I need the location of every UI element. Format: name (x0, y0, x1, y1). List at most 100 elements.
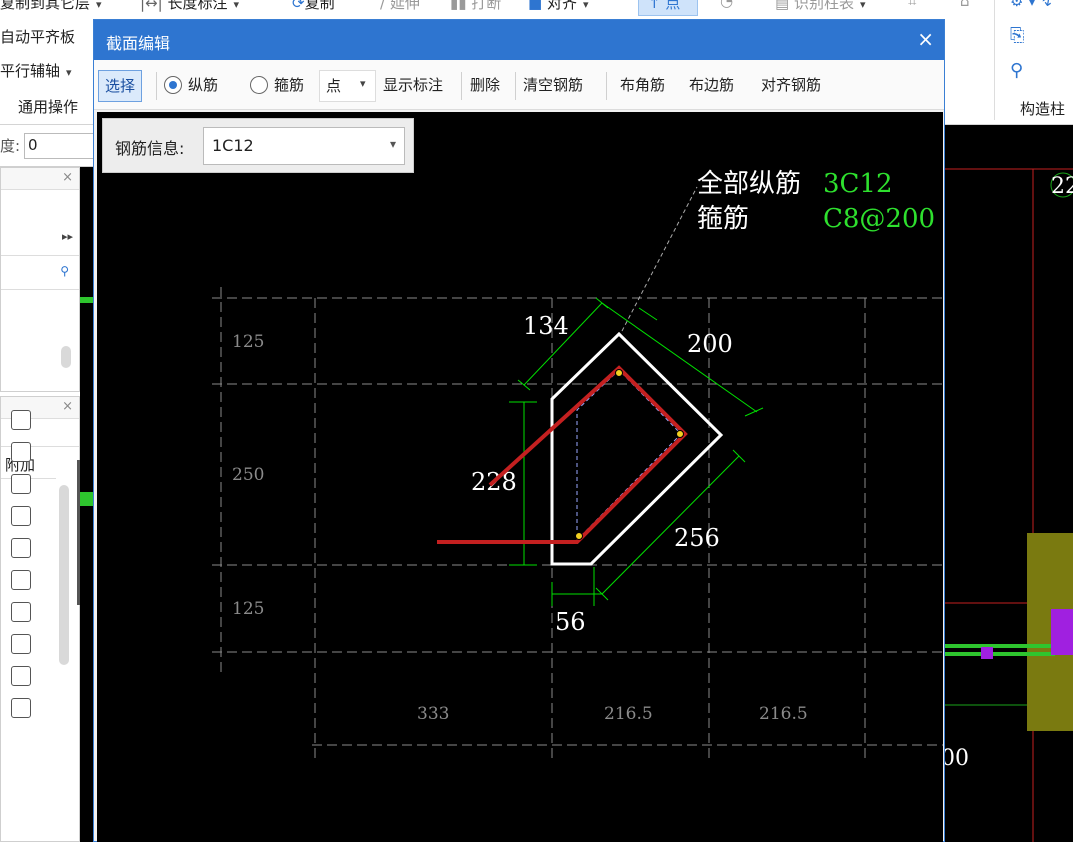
left-panel-top-title: × (1, 168, 79, 190)
rebar-annotation: 全部纵筋 3C12 箍筋 C8@200 (697, 169, 935, 234)
depth-label: 度: (0, 137, 21, 155)
dimension-256: 256 (674, 524, 720, 552)
misc-icon[interactable]: ⌂ (960, 0, 970, 10)
grid-dimension-labels: 125 250 125 333 216.5 216.5 (232, 332, 808, 724)
dialog-title: 截面编辑 (106, 34, 171, 53)
leader-line (621, 186, 698, 332)
grid-lines (212, 287, 943, 760)
close-icon[interactable]: × (917, 27, 934, 51)
row-checkbox[interactable] (11, 506, 31, 526)
copy-button[interactable]: ⟳复制 (292, 0, 335, 13)
pick-icon[interactable]: ⌗ (908, 0, 916, 10)
section-canvas[interactable]: 125 250 125 333 216.5 216.5 134 200 228 … (97, 112, 943, 842)
point-button-label: ↑ 点 (648, 0, 681, 12)
rebar-tool-icon[interactable]: ⚙ ▾ ↯ (1010, 0, 1053, 10)
depth-value: 0 (28, 136, 38, 154)
length-mark-button[interactable]: |↔| 长度标注 (140, 0, 239, 13)
identify-column-table-button[interactable]: ▤ 识别柱表 (775, 0, 866, 13)
break-button[interactable]: ▮▮ 打断 (450, 0, 501, 13)
dialog-toolbar: 选择 纵筋 箍筋 点 ▾ 显示标注 删除 清空钢筋 布角筋 布边筋 对齐钢筋 (94, 60, 944, 110)
rebar-info-panel: 钢筋信息: 1C12 ▾ (102, 118, 414, 173)
edge-rebar-button[interactable]: 布边筋 (689, 74, 734, 95)
show-annotation-button[interactable]: 显示标注 (383, 74, 443, 95)
cad-strip-left (80, 167, 94, 842)
copy-to-layer-button[interactable]: 复制到其它层 (0, 0, 102, 13)
scrollbar-thumb[interactable] (59, 485, 69, 665)
grid-label-left-2: 250 (232, 465, 264, 485)
rebar-point (676, 430, 684, 438)
grid-axis-label-right: 22 (1051, 174, 1073, 199)
toolbar-separator (156, 72, 157, 100)
stirrup-annotation-value: C8@200 (823, 204, 935, 234)
dialog-titlebar[interactable]: 截面编辑 × (94, 20, 944, 60)
column-icon[interactable]: ⚲ (1010, 60, 1023, 81)
corner-rebar-button[interactable]: 布角筋 (620, 74, 665, 95)
double-chevron-right-icon[interactable]: ▸▸ (62, 230, 73, 243)
close-icon[interactable]: × (62, 399, 73, 414)
row-checkbox[interactable] (11, 538, 31, 558)
dimension-200: 200 (687, 330, 733, 358)
row-checkbox[interactable] (11, 474, 31, 494)
grid-label-left-3: 125 (232, 599, 264, 619)
toolbar-separator (461, 72, 462, 100)
left-panel-top: × ▸▸ ⚲ (0, 167, 80, 392)
selected-rebar (437, 365, 688, 544)
row-checkbox[interactable] (11, 442, 31, 462)
row-checkbox[interactable] (11, 666, 31, 686)
expand-row: ▸▸ (1, 222, 79, 256)
extend-button[interactable]: / 延伸 (380, 0, 420, 13)
toolbar-separator (515, 72, 516, 100)
scrollbar-thumb[interactable] (61, 346, 71, 368)
point-mode-dropdown[interactable]: 点 ▾ (319, 70, 376, 102)
align-button[interactable]: ■ 对齐 (528, 0, 589, 13)
close-icon[interactable]: × (62, 170, 73, 185)
grid-label-bottom-1: 333 (417, 704, 449, 724)
toolbar-separator (606, 72, 607, 100)
row-checkbox[interactable] (11, 602, 31, 622)
rotate-icon[interactable]: ◔ (720, 0, 733, 10)
document-icon[interactable]: ⎘ (1010, 25, 1024, 46)
longitudinal-radio[interactable] (164, 76, 182, 94)
stirrup-label[interactable]: 箍筋 (274, 74, 304, 95)
chevron-down-icon: ▾ (360, 77, 366, 90)
cad-background-right: 22 00 (945, 125, 1073, 842)
grid-label-bottom-3: 216.5 (759, 704, 808, 724)
rebar-point (575, 532, 583, 540)
construct-column-label: 构造柱 (1020, 100, 1066, 118)
section-drawing[interactable]: 125 250 125 333 216.5 216.5 134 200 228 … (97, 112, 943, 842)
rebar-info-label: 钢筋信息: (115, 139, 185, 158)
all-longitudinal-value: 3C12 (823, 169, 893, 199)
dimension-labels: 134 200 228 256 56 (471, 312, 733, 636)
clear-rebar-button[interactable]: 清空钢筋 (523, 74, 583, 95)
row-checkbox[interactable] (11, 410, 31, 430)
stirrup-radio[interactable] (250, 76, 268, 94)
depth-bar: 度: 0 (0, 125, 95, 167)
all-longitudinal-label: 全部纵筋 (697, 169, 801, 199)
search-icon[interactable]: ⚲ (60, 264, 69, 278)
ribbon-divider (994, 0, 995, 120)
select-button[interactable]: 选择 (98, 70, 143, 102)
section-edit-dialog: 截面编辑 × 选择 纵筋 箍筋 点 ▾ 显示标注 删除 清空钢筋 布角筋 布边筋… (93, 19, 945, 842)
cad-background-drawing: 22 00 (945, 168, 1073, 842)
longitudinal-label[interactable]: 纵筋 (188, 74, 218, 95)
dimension-134: 134 (523, 312, 569, 340)
grid-label-left-1: 125 (232, 332, 264, 352)
depth-input[interactable]: 0 (24, 133, 94, 159)
search-row[interactable]: ⚲ (1, 256, 79, 290)
common-ops-label: 通用操作 (18, 98, 79, 116)
rebar-info-value: 1C12 (212, 136, 254, 155)
delete-button[interactable]: 删除 (470, 74, 500, 95)
dimension-right-partial: 00 (945, 746, 969, 771)
align-rebar-button[interactable]: 对齐钢筋 (761, 74, 821, 95)
chevron-down-icon: ▾ (389, 137, 396, 151)
row-checkbox[interactable] (11, 634, 31, 654)
rebar-point (615, 369, 623, 377)
dimension-56: 56 (555, 608, 586, 636)
grid-label-bottom-2: 216.5 (604, 704, 653, 724)
point-mode-value: 点 (326, 77, 342, 95)
auto-flush-slab-button[interactable]: 自动平齐板 (0, 26, 75, 47)
row-checkbox[interactable] (11, 570, 31, 590)
rebar-info-select[interactable]: 1C12 ▾ (203, 127, 405, 165)
row-checkbox[interactable] (11, 698, 31, 718)
parallel-axis-button[interactable]: 平行辅轴 (0, 60, 72, 81)
